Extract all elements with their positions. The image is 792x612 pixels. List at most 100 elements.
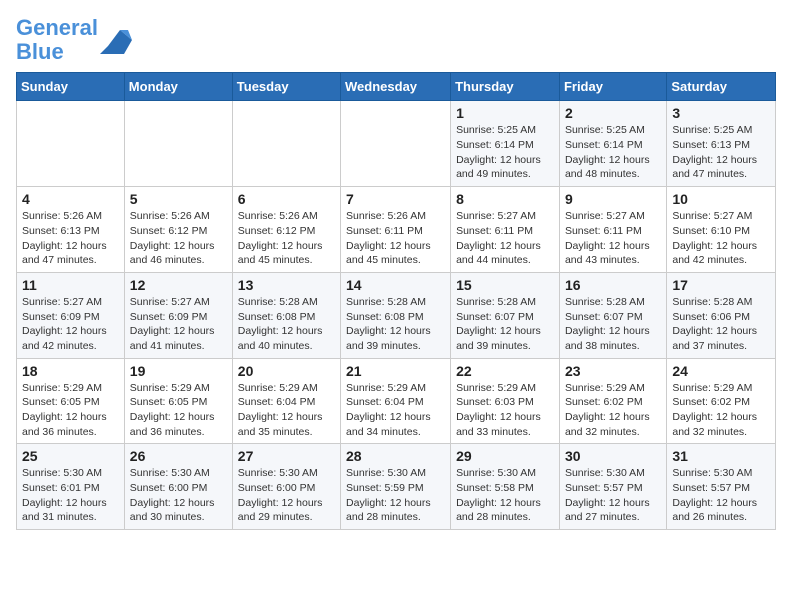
header-cell-sunday: Sunday: [17, 73, 125, 101]
day-number: 16: [565, 277, 661, 293]
day-info: Sunrise: 5:28 AMSunset: 6:07 PMDaylight:…: [565, 295, 661, 354]
header-cell-friday: Friday: [559, 73, 666, 101]
day-info: Sunrise: 5:30 AMSunset: 6:00 PMDaylight:…: [238, 466, 335, 525]
day-info: Sunrise: 5:26 AMSunset: 6:13 PMDaylight:…: [22, 209, 119, 268]
day-cell: 25 Sunrise: 5:30 AMSunset: 6:01 PMDaylig…: [17, 444, 125, 530]
day-number: 8: [456, 191, 554, 207]
day-number: 9: [565, 191, 661, 207]
day-cell: 31 Sunrise: 5:30 AMSunset: 5:57 PMDaylig…: [667, 444, 776, 530]
day-cell: 15 Sunrise: 5:28 AMSunset: 6:07 PMDaylig…: [451, 272, 560, 358]
day-number: 7: [346, 191, 445, 207]
header-cell-thursday: Thursday: [451, 73, 560, 101]
day-number: 5: [130, 191, 227, 207]
day-number: 26: [130, 448, 227, 464]
day-number: 6: [238, 191, 335, 207]
day-info: Sunrise: 5:26 AMSunset: 6:11 PMDaylight:…: [346, 209, 445, 268]
day-cell: 28 Sunrise: 5:30 AMSunset: 5:59 PMDaylig…: [341, 444, 451, 530]
day-number: 2: [565, 105, 661, 121]
day-number: 20: [238, 363, 335, 379]
day-info: Sunrise: 5:27 AMSunset: 6:11 PMDaylight:…: [456, 209, 554, 268]
day-cell: 4 Sunrise: 5:26 AMSunset: 6:13 PMDayligh…: [17, 187, 125, 273]
day-number: 31: [672, 448, 770, 464]
day-number: 17: [672, 277, 770, 293]
day-info: Sunrise: 5:26 AMSunset: 6:12 PMDaylight:…: [130, 209, 227, 268]
day-number: 21: [346, 363, 445, 379]
day-info: Sunrise: 5:30 AMSunset: 5:57 PMDaylight:…: [672, 466, 770, 525]
day-number: 11: [22, 277, 119, 293]
day-cell: 11 Sunrise: 5:27 AMSunset: 6:09 PMDaylig…: [17, 272, 125, 358]
day-number: 4: [22, 191, 119, 207]
day-info: Sunrise: 5:30 AMSunset: 6:00 PMDaylight:…: [130, 466, 227, 525]
day-number: 28: [346, 448, 445, 464]
day-info: Sunrise: 5:30 AMSunset: 5:57 PMDaylight:…: [565, 466, 661, 525]
day-number: 25: [22, 448, 119, 464]
day-cell: 13 Sunrise: 5:28 AMSunset: 6:08 PMDaylig…: [232, 272, 340, 358]
day-info: Sunrise: 5:27 AMSunset: 6:10 PMDaylight:…: [672, 209, 770, 268]
day-cell: 17 Sunrise: 5:28 AMSunset: 6:06 PMDaylig…: [667, 272, 776, 358]
day-number: 30: [565, 448, 661, 464]
calendar-body: 1 Sunrise: 5:25 AMSunset: 6:14 PMDayligh…: [17, 101, 776, 530]
day-number: 19: [130, 363, 227, 379]
day-cell: 14 Sunrise: 5:28 AMSunset: 6:08 PMDaylig…: [341, 272, 451, 358]
day-cell: 7 Sunrise: 5:26 AMSunset: 6:11 PMDayligh…: [341, 187, 451, 273]
day-cell: 19 Sunrise: 5:29 AMSunset: 6:05 PMDaylig…: [124, 358, 232, 444]
day-info: Sunrise: 5:27 AMSunset: 6:09 PMDaylight:…: [130, 295, 227, 354]
day-cell: 5 Sunrise: 5:26 AMSunset: 6:12 PMDayligh…: [124, 187, 232, 273]
day-number: 1: [456, 105, 554, 121]
calendar-table: SundayMondayTuesdayWednesdayThursdayFrid…: [16, 72, 776, 530]
day-cell: 9 Sunrise: 5:27 AMSunset: 6:11 PMDayligh…: [559, 187, 666, 273]
logo-text: GeneralBlue: [16, 16, 98, 64]
day-cell: 27 Sunrise: 5:30 AMSunset: 6:00 PMDaylig…: [232, 444, 340, 530]
day-cell: 23 Sunrise: 5:29 AMSunset: 6:02 PMDaylig…: [559, 358, 666, 444]
day-info: Sunrise: 5:28 AMSunset: 6:06 PMDaylight:…: [672, 295, 770, 354]
day-number: 27: [238, 448, 335, 464]
header-row: SundayMondayTuesdayWednesdayThursdayFrid…: [17, 73, 776, 101]
day-info: Sunrise: 5:28 AMSunset: 6:07 PMDaylight:…: [456, 295, 554, 354]
day-info: Sunrise: 5:29 AMSunset: 6:05 PMDaylight:…: [130, 381, 227, 440]
day-cell: [17, 101, 125, 187]
week-row-4: 18 Sunrise: 5:29 AMSunset: 6:05 PMDaylig…: [17, 358, 776, 444]
day-cell: 10 Sunrise: 5:27 AMSunset: 6:10 PMDaylig…: [667, 187, 776, 273]
calendar-header: SundayMondayTuesdayWednesdayThursdayFrid…: [17, 73, 776, 101]
day-cell: 21 Sunrise: 5:29 AMSunset: 6:04 PMDaylig…: [341, 358, 451, 444]
day-cell: 20 Sunrise: 5:29 AMSunset: 6:04 PMDaylig…: [232, 358, 340, 444]
header-cell-monday: Monday: [124, 73, 232, 101]
day-info: Sunrise: 5:27 AMSunset: 6:09 PMDaylight:…: [22, 295, 119, 354]
day-info: Sunrise: 5:29 AMSunset: 6:04 PMDaylight:…: [346, 381, 445, 440]
day-info: Sunrise: 5:29 AMSunset: 6:03 PMDaylight:…: [456, 381, 554, 440]
day-cell: 24 Sunrise: 5:29 AMSunset: 6:02 PMDaylig…: [667, 358, 776, 444]
day-info: Sunrise: 5:25 AMSunset: 6:14 PMDaylight:…: [456, 123, 554, 182]
logo: GeneralBlue: [16, 16, 132, 64]
day-info: Sunrise: 5:26 AMSunset: 6:12 PMDaylight:…: [238, 209, 335, 268]
day-number: 15: [456, 277, 554, 293]
day-info: Sunrise: 5:28 AMSunset: 6:08 PMDaylight:…: [238, 295, 335, 354]
week-row-1: 1 Sunrise: 5:25 AMSunset: 6:14 PMDayligh…: [17, 101, 776, 187]
day-info: Sunrise: 5:25 AMSunset: 6:13 PMDaylight:…: [672, 123, 770, 182]
header-cell-saturday: Saturday: [667, 73, 776, 101]
day-cell: 22 Sunrise: 5:29 AMSunset: 6:03 PMDaylig…: [451, 358, 560, 444]
day-info: Sunrise: 5:29 AMSunset: 6:02 PMDaylight:…: [565, 381, 661, 440]
day-cell: 16 Sunrise: 5:28 AMSunset: 6:07 PMDaylig…: [559, 272, 666, 358]
logo-icon: [100, 26, 132, 54]
page-header: GeneralBlue: [16, 16, 776, 64]
day-info: Sunrise: 5:29 AMSunset: 6:05 PMDaylight:…: [22, 381, 119, 440]
week-row-3: 11 Sunrise: 5:27 AMSunset: 6:09 PMDaylig…: [17, 272, 776, 358]
day-number: 18: [22, 363, 119, 379]
day-cell: 1 Sunrise: 5:25 AMSunset: 6:14 PMDayligh…: [451, 101, 560, 187]
day-cell: 6 Sunrise: 5:26 AMSunset: 6:12 PMDayligh…: [232, 187, 340, 273]
day-info: Sunrise: 5:29 AMSunset: 6:02 PMDaylight:…: [672, 381, 770, 440]
day-number: 23: [565, 363, 661, 379]
day-info: Sunrise: 5:29 AMSunset: 6:04 PMDaylight:…: [238, 381, 335, 440]
day-cell: 2 Sunrise: 5:25 AMSunset: 6:14 PMDayligh…: [559, 101, 666, 187]
day-cell: 3 Sunrise: 5:25 AMSunset: 6:13 PMDayligh…: [667, 101, 776, 187]
day-cell: [232, 101, 340, 187]
day-info: Sunrise: 5:25 AMSunset: 6:14 PMDaylight:…: [565, 123, 661, 182]
week-row-2: 4 Sunrise: 5:26 AMSunset: 6:13 PMDayligh…: [17, 187, 776, 273]
day-number: 12: [130, 277, 227, 293]
day-info: Sunrise: 5:30 AMSunset: 5:58 PMDaylight:…: [456, 466, 554, 525]
day-info: Sunrise: 5:27 AMSunset: 6:11 PMDaylight:…: [565, 209, 661, 268]
header-cell-tuesday: Tuesday: [232, 73, 340, 101]
day-cell: 26 Sunrise: 5:30 AMSunset: 6:00 PMDaylig…: [124, 444, 232, 530]
day-cell: 30 Sunrise: 5:30 AMSunset: 5:57 PMDaylig…: [559, 444, 666, 530]
day-cell: 12 Sunrise: 5:27 AMSunset: 6:09 PMDaylig…: [124, 272, 232, 358]
